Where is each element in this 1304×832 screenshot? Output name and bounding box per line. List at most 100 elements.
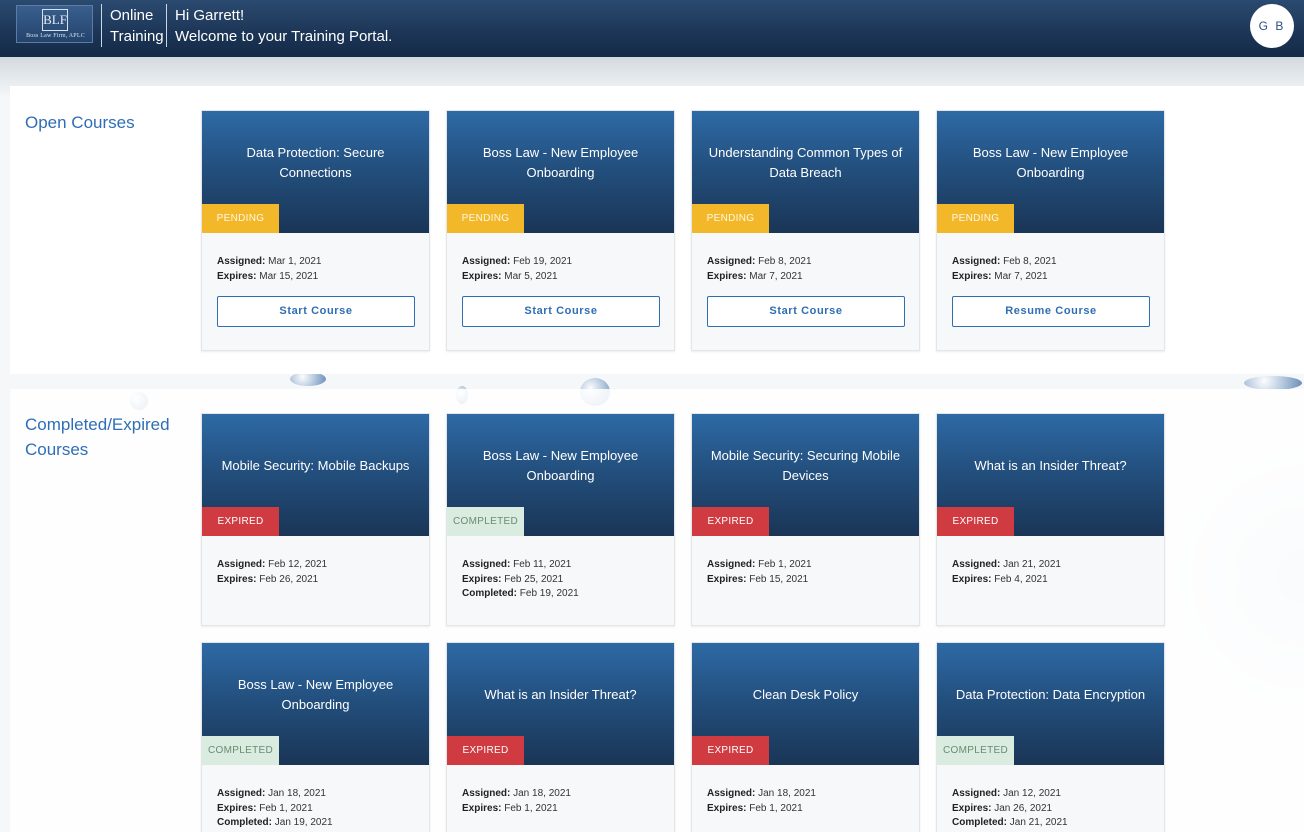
firm-logo[interactable]: BLF Boss Law Firm, APLC [16, 5, 93, 43]
status-badge: EXPIRED [447, 736, 524, 765]
status-badge: EXPIRED [692, 507, 769, 536]
course-card[interactable]: Boss Law - New Employee Onboarding COMPL… [446, 413, 675, 626]
expires-date: Feb 4, 2021 [994, 573, 1048, 585]
card-header: Boss Law - New Employee Onboarding COMPL… [202, 643, 429, 765]
card-body: Assigned: Mar 1, 2021 Expires: Mar 15, 2… [202, 233, 429, 327]
assigned-row: Assigned: Jan 18, 2021 [707, 787, 904, 802]
completed-row: Completed: Jan 21, 2021 [952, 816, 1149, 831]
card-header: Mobile Security: Securing Mobile Devices… [692, 414, 919, 536]
assigned-row: Assigned: Mar 1, 2021 [217, 255, 414, 270]
course-card[interactable]: Boss Law - New Employee Onboarding COMPL… [201, 642, 430, 832]
card-header: What is an Insider Threat? EXPIRED [447, 643, 674, 765]
user-avatar[interactable]: G B [1250, 4, 1294, 48]
expires-date: Feb 1, 2021 [259, 802, 313, 814]
expires-row: Expires: Mar 15, 2021 [217, 270, 414, 285]
completed-label: Completed: [952, 817, 1007, 828]
assigned-label: Assigned: [952, 788, 1001, 799]
expires-date: Jan 26, 2021 [994, 802, 1053, 814]
start-course-button[interactable]: Start Course [217, 296, 415, 327]
completed-date: Jan 21, 2021 [1009, 817, 1068, 828]
course-title: Understanding Common Types of Data Breac… [708, 145, 903, 180]
card-body: Assigned: Jan 18, 2021 Expires: Feb 1, 2… [692, 765, 919, 816]
card-body: Assigned: Jan 21, 2021 Expires: Feb 4, 2… [937, 536, 1164, 587]
course-title: What is an Insider Threat? [484, 687, 637, 702]
assigned-date: Feb 8, 2021 [758, 256, 812, 267]
assigned-date: Feb 19, 2021 [513, 256, 573, 267]
app-title: Online Training [110, 5, 164, 47]
start-course-button[interactable]: Start Course [707, 296, 905, 327]
course-title: Mobile Security: Mobile Backups [221, 458, 410, 473]
resume-course-button[interactable]: Resume Course [952, 296, 1150, 327]
assigned-label: Assigned: [707, 256, 756, 267]
completed-courses-heading: Completed/Expired Courses [25, 412, 170, 462]
status-badge: EXPIRED [692, 736, 769, 765]
completed-date: Feb 19, 2021 [519, 588, 579, 599]
assigned-label: Assigned: [462, 256, 511, 267]
card-body: Assigned: Feb 19, 2021 Expires: Mar 5, 2… [447, 233, 674, 327]
assigned-label: Assigned: [707, 788, 756, 799]
assigned-row: Assigned: Feb 8, 2021 [707, 255, 904, 270]
expires-row: Expires: Feb 25, 2021 [462, 573, 659, 588]
assigned-label: Assigned: [952, 256, 1001, 267]
card-header: Boss Law - New Employee Onboarding PENDI… [937, 111, 1164, 233]
assigned-row: Assigned: Jan 18, 2021 [462, 787, 659, 802]
expires-date: Mar 5, 2021 [504, 270, 558, 282]
course-card[interactable]: Data Protection: Data Encryption COMPLET… [936, 642, 1165, 832]
assigned-label: Assigned: [217, 788, 266, 799]
card-header: Data Protection: Secure Connections PEND… [202, 111, 429, 233]
expires-label: Expires: [952, 802, 992, 814]
course-card[interactable]: Mobile Security: Mobile Backups EXPIRED … [201, 413, 430, 626]
card-body: Assigned: Jan 18, 2021 Expires: Feb 1, 2… [202, 765, 429, 831]
card-header: Boss Law - New Employee Onboarding COMPL… [447, 414, 674, 536]
top-header: BLF Boss Law Firm, APLC Online Training … [0, 0, 1304, 57]
completed-row: Completed: Jan 19, 2021 [217, 816, 414, 831]
course-card[interactable]: Clean Desk Policy EXPIRED Assigned: Jan … [691, 642, 920, 832]
course-card: Data Protection: Secure Connections PEND… [201, 110, 430, 351]
card-body: Assigned: Jan 12, 2021 Expires: Jan 26, … [937, 765, 1164, 831]
card-header: Boss Law - New Employee Onboarding PENDI… [447, 111, 674, 233]
expires-label: Expires: [462, 573, 502, 585]
assigned-row: Assigned: Feb 11, 2021 [462, 558, 659, 573]
status-badge: COMPLETED [447, 507, 524, 536]
course-title: Boss Law - New Employee Onboarding [237, 677, 394, 712]
course-card[interactable]: What is an Insider Threat? EXPIRED Assig… [446, 642, 675, 832]
expires-row: Expires: Feb 15, 2021 [707, 573, 904, 588]
course-title: Data Protection: Data Encryption [955, 687, 1146, 702]
assigned-label: Assigned: [952, 559, 1001, 570]
assigned-date: Feb 1, 2021 [758, 559, 812, 570]
completed-row: Completed: Feb 19, 2021 [462, 587, 659, 602]
completed-heading-line1: Completed/Expired [25, 415, 170, 434]
course-card[interactable]: What is an Insider Threat? EXPIRED Assig… [936, 413, 1165, 626]
expires-label: Expires: [952, 573, 992, 585]
status-badge: EXPIRED [937, 507, 1014, 536]
card-header: Understanding Common Types of Data Breac… [692, 111, 919, 233]
open-courses-heading: Open Courses [25, 113, 135, 132]
card-body: Assigned: Feb 8, 2021 Expires: Mar 7, 20… [937, 233, 1164, 327]
status-badge: PENDING [692, 204, 769, 233]
card-header: Data Protection: Data Encryption COMPLET… [937, 643, 1164, 765]
assigned-date: Mar 1, 2021 [268, 256, 322, 267]
status-badge: COMPLETED [937, 736, 1014, 765]
assigned-date: Jan 21, 2021 [1003, 559, 1061, 570]
expires-label: Expires: [707, 802, 747, 814]
status-badge: PENDING [447, 204, 524, 233]
expires-row: Expires: Mar 7, 2021 [952, 270, 1149, 285]
status-badge: EXPIRED [202, 507, 279, 536]
expires-label: Expires: [707, 270, 747, 282]
course-title: What is an Insider Threat? [974, 458, 1127, 473]
expires-label: Expires: [217, 270, 257, 282]
completed-heading-line2: Courses [25, 440, 89, 459]
start-course-button[interactable]: Start Course [462, 296, 660, 327]
card-body: Assigned: Feb 8, 2021 Expires: Mar 7, 20… [692, 233, 919, 327]
assigned-label: Assigned: [462, 559, 511, 570]
expires-row: Expires: Jan 26, 2021 [952, 802, 1149, 817]
card-body: Assigned: Jan 18, 2021 Expires: Feb 1, 2… [447, 765, 674, 816]
greeting-text: Hi Garrett! [175, 7, 245, 24]
course-card[interactable]: Mobile Security: Securing Mobile Devices… [691, 413, 920, 626]
expires-date: Feb 25, 2021 [504, 573, 564, 585]
expires-label: Expires: [217, 802, 257, 814]
assigned-row: Assigned: Feb 8, 2021 [952, 255, 1149, 270]
logo-monogram: BLF [42, 9, 68, 31]
app-title-line1: Online [110, 7, 154, 24]
status-badge: PENDING [937, 204, 1014, 233]
